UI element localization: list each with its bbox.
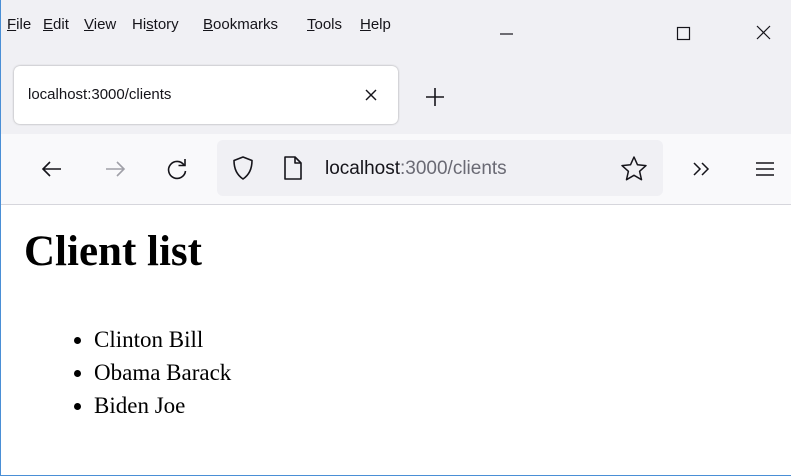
forward-button[interactable]	[102, 156, 128, 182]
arrow-right-icon	[106, 161, 126, 177]
app-menu-button[interactable]	[752, 156, 778, 182]
list-item: Biden Joe	[94, 389, 231, 422]
url-text[interactable]: localhost:3000/clients	[325, 158, 507, 180]
menu-view-rest: iew	[93, 16, 117, 33]
page-icon	[284, 156, 302, 180]
menu-tools-rest: ools	[314, 16, 343, 33]
close-icon	[756, 25, 771, 40]
arrow-left-icon	[41, 161, 61, 177]
tab-title: localhost:3000/clients	[28, 86, 172, 103]
tab-strip: localhost:3000/clients	[1, 58, 791, 134]
menu-edit-rest: dit	[53, 16, 69, 33]
menu-edit-accel: E	[43, 16, 54, 33]
close-icon	[365, 89, 377, 101]
url-path: :3000/clients	[400, 158, 507, 179]
menu-help-accel: H	[360, 16, 371, 33]
url-bar[interactable]: localhost:3000/clients	[217, 140, 663, 196]
maximize-button[interactable]	[661, 0, 705, 58]
menu-bookmarks-rest: ookmarks	[213, 16, 279, 33]
tracking-protection-button[interactable]	[231, 155, 255, 181]
page-content: Client list Clinton Bill Obama Barack Bi…	[1, 205, 791, 475]
navigation-toolbar: localhost:3000/clients	[1, 134, 791, 205]
star-icon	[621, 156, 647, 181]
menu-help[interactable]: Help	[360, 16, 391, 34]
chevron-double-right-icon	[693, 162, 710, 176]
menu-history[interactable]: History	[132, 16, 179, 34]
reload-icon	[167, 159, 187, 180]
reload-button[interactable]	[164, 156, 190, 182]
hamburger-icon	[756, 162, 774, 176]
shield-icon	[233, 156, 253, 180]
menu-history-rest: tory	[153, 16, 179, 33]
plus-icon	[426, 88, 444, 106]
browser-window: File Edit View History Bookmarks Tools H…	[0, 0, 791, 476]
menu-history-accel: s	[146, 16, 154, 33]
menu-bookmarks[interactable]: Bookmarks	[203, 16, 278, 34]
tab-close-button[interactable]	[359, 83, 383, 107]
menu-bar: File Edit View History Bookmarks Tools H…	[1, 0, 791, 58]
url-host: localhost	[325, 158, 400, 179]
menu-view[interactable]: View	[84, 16, 116, 34]
client-list: Clinton Bill Obama Barack Biden Joe	[1, 323, 231, 422]
tab-active[interactable]: localhost:3000/clients	[14, 66, 398, 124]
minimize-icon	[500, 33, 513, 35]
list-item: Obama Barack	[94, 356, 231, 389]
minimize-button[interactable]	[483, 0, 527, 58]
new-tab-button[interactable]	[421, 83, 449, 111]
menu-file[interactable]: File	[7, 16, 31, 34]
close-window-button[interactable]	[746, 0, 790, 58]
menu-history-pre: Hi	[132, 16, 147, 33]
menu-tools[interactable]: Tools	[307, 16, 342, 34]
menu-edit[interactable]: Edit	[43, 16, 69, 34]
menu-bookmarks-accel: B	[203, 16, 214, 33]
back-button[interactable]	[39, 156, 65, 182]
menu-help-rest: elp	[370, 16, 391, 33]
bookmark-star-button[interactable]	[620, 155, 648, 182]
menu-file-rest: ile	[16, 16, 32, 33]
menu-view-accel: V	[84, 16, 94, 33]
overflow-menu-button[interactable]	[689, 156, 717, 182]
page-title: Client list	[24, 228, 202, 275]
maximize-icon	[676, 26, 691, 41]
site-info-button[interactable]	[283, 155, 303, 181]
menu-tools-accel: T	[307, 16, 315, 33]
list-item: Clinton Bill	[94, 323, 231, 356]
menu-file-accel: F	[7, 16, 17, 33]
